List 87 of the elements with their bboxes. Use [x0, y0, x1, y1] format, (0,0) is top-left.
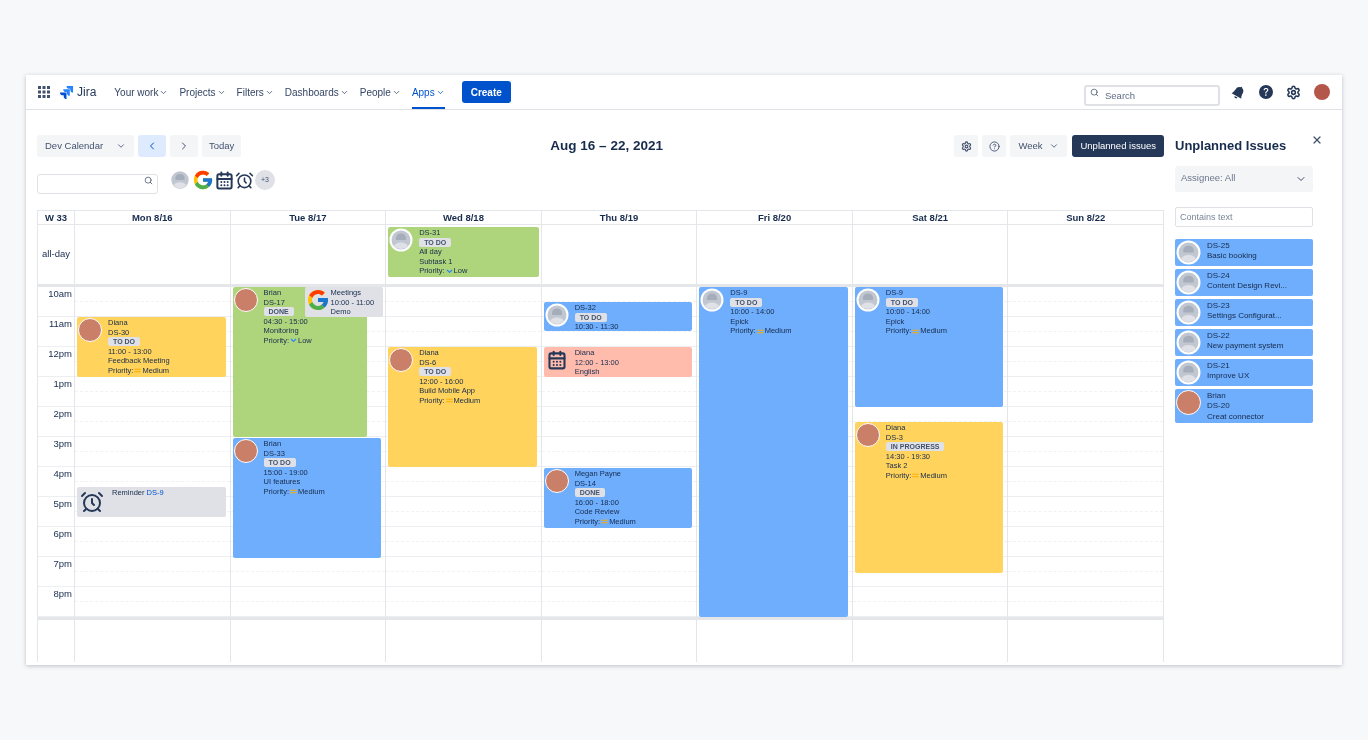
unplanned-issue-card[interactable]: DS-21 Improve UX — [1175, 358, 1313, 386]
day-header: Thu 8/19 — [541, 211, 698, 225]
issue-title: Improve UX — [1207, 371, 1250, 382]
equals-icon — [290, 489, 297, 495]
day-header: Wed 8/18 — [386, 211, 542, 225]
unplanned-issue-card[interactable]: DS-22 New payment system — [1175, 328, 1313, 356]
issue-key: DS-24 — [1207, 270, 1288, 281]
calendar-select[interactable]: Dev Calendar — [37, 135, 134, 157]
day-header: Sat 8/21 — [852, 211, 1009, 225]
unplanned-issue-card[interactable]: Brian DS-20 Creat connector — [1175, 388, 1313, 423]
nav-menu-item[interactable]: Dashboards — [284, 75, 349, 109]
hour-label: 2pm — [53, 407, 72, 421]
assignee-select[interactable]: Assignee: All — [1175, 165, 1313, 192]
equals-icon — [756, 328, 764, 334]
settings-icon[interactable] — [1286, 84, 1301, 100]
hour-label: 4pm — [53, 467, 72, 481]
date-range-title: Aug 16 – 22, 2021 — [550, 136, 663, 155]
day-header: Fri 8/20 — [697, 211, 853, 225]
hour-label: 12pm — [48, 347, 72, 361]
equals-icon — [912, 328, 920, 334]
panel-title: Unplanned Issues — [1175, 137, 1287, 155]
profile-avatar[interactable] — [1314, 84, 1330, 100]
nav-menu-item[interactable]: Apps — [411, 75, 445, 109]
day-header: Tue 8/17 — [230, 211, 387, 225]
jira-logo-icon — [59, 84, 74, 100]
app-grid-icon[interactable] — [38, 86, 50, 98]
chevron-down-icon — [445, 268, 453, 274]
chevron-down-icon — [116, 141, 126, 151]
filter-search-field[interactable] — [37, 174, 158, 194]
alarm-clock-icon — [80, 490, 104, 514]
issue-title: New payment system — [1207, 341, 1284, 352]
create-button[interactable]: Create — [461, 81, 511, 103]
unplanned-issues-button[interactable]: Unplanned issues — [1072, 135, 1164, 157]
jira-logo-text: Jira — [77, 84, 97, 101]
issue-title: Basic booking — [1207, 251, 1257, 262]
view-select[interactable]: Week — [1010, 135, 1068, 157]
nav-menu-item[interactable]: Projects — [179, 75, 226, 109]
assignee-name: Brian — [1207, 390, 1227, 401]
hour-label: 3pm — [53, 437, 72, 451]
settings-button[interactable] — [954, 135, 979, 157]
all-day-label: all-day — [42, 247, 70, 262]
unplanned-issue-card[interactable]: DS-24 Content Design Revi... — [1175, 268, 1313, 296]
calendar-icon[interactable] — [215, 170, 234, 190]
chevron-down-icon — [1049, 141, 1060, 151]
chevron-down-icon — [290, 338, 297, 344]
google-icon[interactable] — [192, 169, 214, 191]
issue-key: DS-22 — [1207, 330, 1284, 341]
today-button[interactable]: Today — [202, 135, 242, 157]
help-button[interactable] — [982, 135, 1007, 157]
help-icon[interactable] — [1259, 85, 1273, 99]
issue-title: Settings Configurat... — [1207, 311, 1282, 322]
nav-menu-item[interactable]: People — [359, 75, 401, 109]
help-icon — [988, 140, 1000, 152]
google-icon — [305, 288, 330, 312]
user-avatar — [169, 169, 191, 191]
issue-title: Content Design Revi... — [1207, 281, 1288, 292]
week-number: W 33 — [38, 211, 75, 225]
issue-key: DS-21 — [1207, 360, 1250, 371]
nav-menu-item[interactable]: Your work — [114, 75, 169, 109]
hour-label: 10am — [48, 287, 72, 301]
hour-label: 11am — [48, 317, 72, 331]
search-field[interactable]: Search — [1084, 84, 1220, 106]
alarm-clock-icon[interactable] — [235, 170, 254, 190]
equals-icon — [912, 473, 920, 479]
hour-label: 6pm — [53, 527, 72, 541]
search-icon — [1090, 87, 1099, 97]
equals-icon — [601, 519, 609, 525]
issue-key: DS-23 — [1207, 300, 1282, 311]
hour-label: 8pm — [53, 587, 72, 601]
unplanned-issue-card[interactable]: DS-23 Settings Configurat... — [1175, 298, 1313, 326]
hour-label: 1pm — [53, 377, 72, 391]
contains-text-field[interactable]: Contains text — [1175, 206, 1313, 227]
day-header: Mon 8/16 — [75, 211, 231, 225]
search-icon — [144, 176, 153, 185]
hour-label: 7pm — [53, 557, 72, 571]
issue-key: DS-20 — [1207, 401, 1264, 412]
settings-icon — [960, 140, 972, 152]
equals-icon — [445, 398, 453, 404]
hour-label: 5pm — [53, 497, 72, 511]
issue-key: DS-25 — [1207, 240, 1257, 251]
calendar-icon — [546, 350, 567, 370]
equals-icon — [134, 368, 142, 374]
issue-title: Creat connector — [1207, 411, 1264, 422]
nav-menu-item[interactable]: Filters — [236, 75, 274, 109]
day-header: Sun 8/22 — [1008, 211, 1164, 225]
unplanned-issue-card[interactable]: DS-25 Basic booking — [1175, 238, 1313, 266]
close-icon[interactable] — [1311, 134, 1323, 146]
